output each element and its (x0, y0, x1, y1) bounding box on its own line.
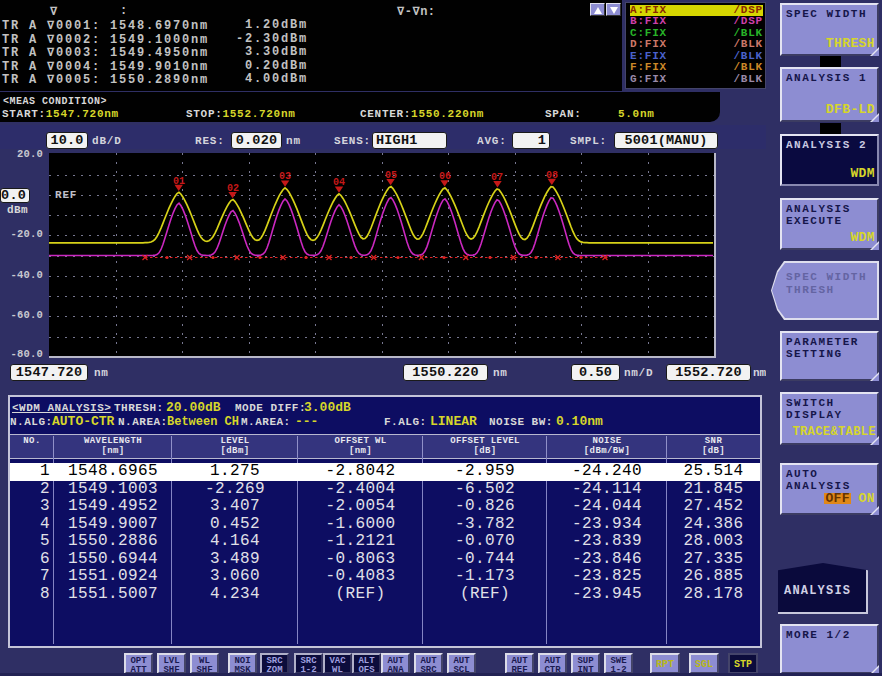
svg-text:04: 04 (333, 177, 345, 188)
svg-text:03: 03 (279, 171, 291, 182)
